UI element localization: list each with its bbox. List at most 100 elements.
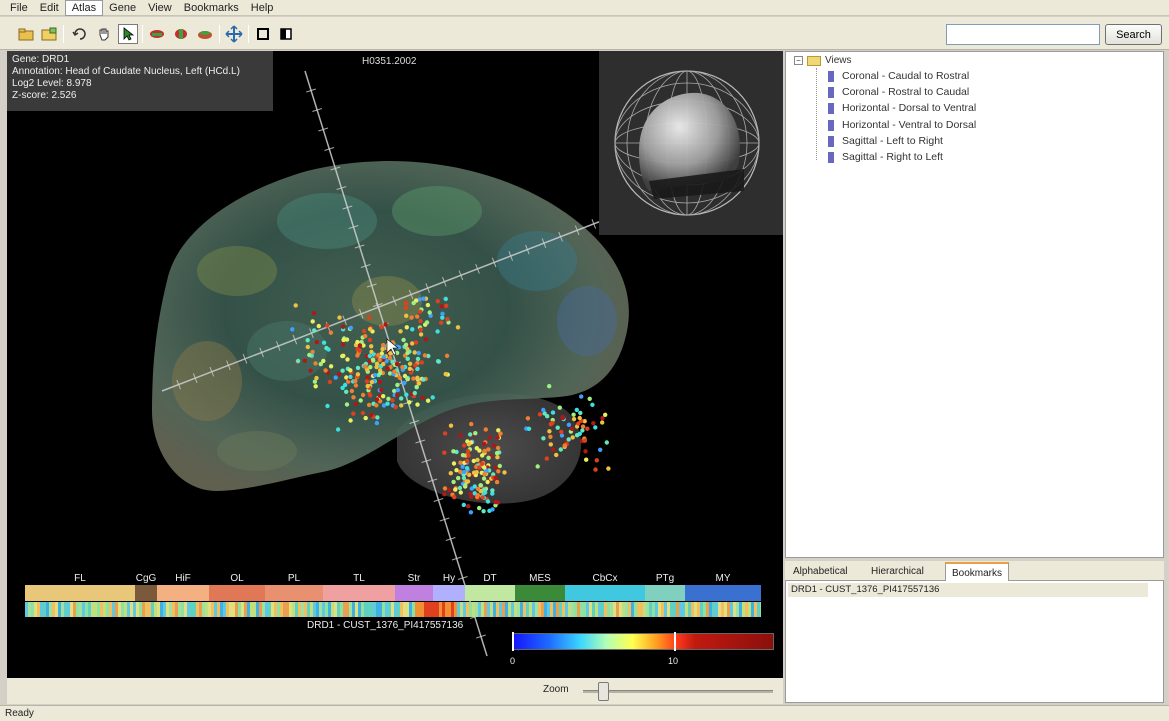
sample-point[interactable] bbox=[404, 392, 409, 397]
region-color-bar[interactable] bbox=[25, 585, 761, 617]
sample-point[interactable] bbox=[448, 423, 454, 428]
sample-point[interactable] bbox=[405, 356, 410, 361]
sample-point[interactable] bbox=[452, 495, 457, 500]
sample-point[interactable] bbox=[344, 402, 350, 407]
sample-point[interactable] bbox=[439, 304, 444, 309]
open-icon[interactable] bbox=[16, 24, 36, 44]
region-block[interactable] bbox=[265, 585, 323, 601]
sample-point[interactable] bbox=[390, 398, 395, 403]
sample-point[interactable] bbox=[579, 394, 584, 399]
sample-point[interactable] bbox=[482, 472, 487, 477]
sample-point[interactable] bbox=[410, 327, 415, 332]
sample-point[interactable] bbox=[402, 380, 407, 386]
sample-point[interactable] bbox=[302, 358, 307, 363]
sample-point[interactable] bbox=[415, 366, 420, 372]
sample-point[interactable] bbox=[496, 469, 501, 474]
sample-point[interactable] bbox=[388, 351, 393, 356]
sample-point[interactable] bbox=[464, 458, 470, 464]
sample-point[interactable] bbox=[493, 499, 498, 505]
sample-point[interactable] bbox=[566, 437, 571, 442]
sample-point[interactable] bbox=[365, 383, 370, 389]
sample-point[interactable] bbox=[374, 420, 380, 426]
sample-point[interactable] bbox=[544, 456, 549, 461]
sample-point[interactable] bbox=[367, 337, 373, 343]
sample-point[interactable] bbox=[590, 402, 595, 407]
sample-point[interactable] bbox=[386, 396, 391, 401]
square-icon[interactable] bbox=[253, 24, 273, 44]
slice-green-icon[interactable] bbox=[171, 24, 191, 44]
sample-point[interactable] bbox=[420, 395, 425, 400]
sample-point[interactable] bbox=[399, 403, 404, 408]
sample-point[interactable] bbox=[381, 394, 386, 399]
sample-point[interactable] bbox=[295, 358, 301, 364]
sample-point[interactable] bbox=[355, 365, 361, 371]
sample-point[interactable] bbox=[477, 465, 482, 470]
sample-point[interactable] bbox=[405, 350, 410, 356]
sample-point[interactable] bbox=[337, 371, 342, 377]
sample-point[interactable] bbox=[494, 479, 500, 485]
sample-point[interactable] bbox=[307, 352, 312, 358]
sample-point[interactable] bbox=[342, 382, 348, 388]
region-block[interactable] bbox=[135, 585, 157, 601]
sample-point[interactable] bbox=[594, 458, 599, 463]
region-block[interactable] bbox=[25, 585, 135, 601]
sample-point[interactable] bbox=[349, 388, 355, 394]
sample-point[interactable] bbox=[348, 368, 353, 373]
sample-point[interactable] bbox=[363, 364, 368, 369]
sample-point[interactable] bbox=[415, 375, 420, 380]
sample-point[interactable] bbox=[465, 449, 471, 454]
sample-point[interactable] bbox=[395, 393, 400, 398]
sample-point[interactable] bbox=[550, 420, 555, 426]
zoom-track[interactable] bbox=[583, 690, 773, 693]
sample-point[interactable] bbox=[364, 379, 370, 384]
sample-point[interactable] bbox=[422, 353, 428, 358]
sample-point[interactable] bbox=[310, 349, 315, 355]
sample-point[interactable] bbox=[547, 384, 552, 389]
sample-point[interactable] bbox=[412, 350, 417, 355]
sample-point[interactable] bbox=[480, 495, 485, 500]
sample-point[interactable] bbox=[427, 310, 432, 315]
sample-point[interactable] bbox=[477, 505, 482, 511]
sample-point[interactable] bbox=[375, 415, 380, 420]
sample-point[interactable] bbox=[464, 466, 470, 471]
sample-point[interactable] bbox=[475, 457, 480, 463]
sample-point[interactable] bbox=[351, 395, 356, 400]
menu-file[interactable]: File bbox=[4, 0, 34, 16]
region-block[interactable] bbox=[645, 585, 685, 601]
sample-point[interactable] bbox=[551, 447, 556, 452]
sample-point[interactable] bbox=[566, 422, 572, 427]
sample-point[interactable] bbox=[357, 348, 362, 353]
sample-point[interactable] bbox=[417, 309, 423, 314]
sample-point[interactable] bbox=[442, 486, 448, 491]
sample-point[interactable] bbox=[460, 453, 466, 458]
list-item[interactable]: DRD1 - CUST_1376_PI417557136 bbox=[788, 583, 1148, 597]
sample-point[interactable] bbox=[482, 441, 487, 447]
sample-point[interactable] bbox=[415, 402, 420, 407]
sample-point[interactable] bbox=[445, 317, 450, 322]
sample-point[interactable] bbox=[345, 357, 350, 362]
sample-point[interactable] bbox=[466, 453, 471, 458]
sample-point[interactable] bbox=[570, 435, 575, 440]
region-block[interactable] bbox=[515, 585, 565, 601]
orientation-sphere-icon[interactable] bbox=[599, 51, 783, 235]
sample-point[interactable] bbox=[495, 455, 500, 460]
sample-point[interactable] bbox=[418, 327, 423, 332]
sample-point[interactable] bbox=[537, 412, 543, 417]
sample-point[interactable] bbox=[407, 361, 413, 366]
sample-point[interactable] bbox=[477, 448, 482, 453]
sample-point[interactable] bbox=[466, 504, 471, 509]
sample-point[interactable] bbox=[353, 383, 359, 388]
sample-point[interactable] bbox=[361, 328, 367, 334]
sample-point[interactable] bbox=[535, 464, 540, 469]
sample-point[interactable] bbox=[404, 325, 409, 330]
slice-mixed-icon[interactable] bbox=[195, 24, 215, 44]
sample-point[interactable] bbox=[502, 470, 507, 475]
sample-point[interactable] bbox=[355, 372, 361, 377]
region-block[interactable] bbox=[395, 585, 433, 601]
menu-gene[interactable]: Gene bbox=[103, 0, 142, 16]
sample-point[interactable] bbox=[416, 350, 421, 356]
sample-point[interactable] bbox=[440, 311, 445, 316]
collapse-icon[interactable]: − bbox=[794, 56, 803, 65]
sample-point[interactable] bbox=[582, 438, 587, 443]
sample-point[interactable] bbox=[381, 361, 386, 367]
